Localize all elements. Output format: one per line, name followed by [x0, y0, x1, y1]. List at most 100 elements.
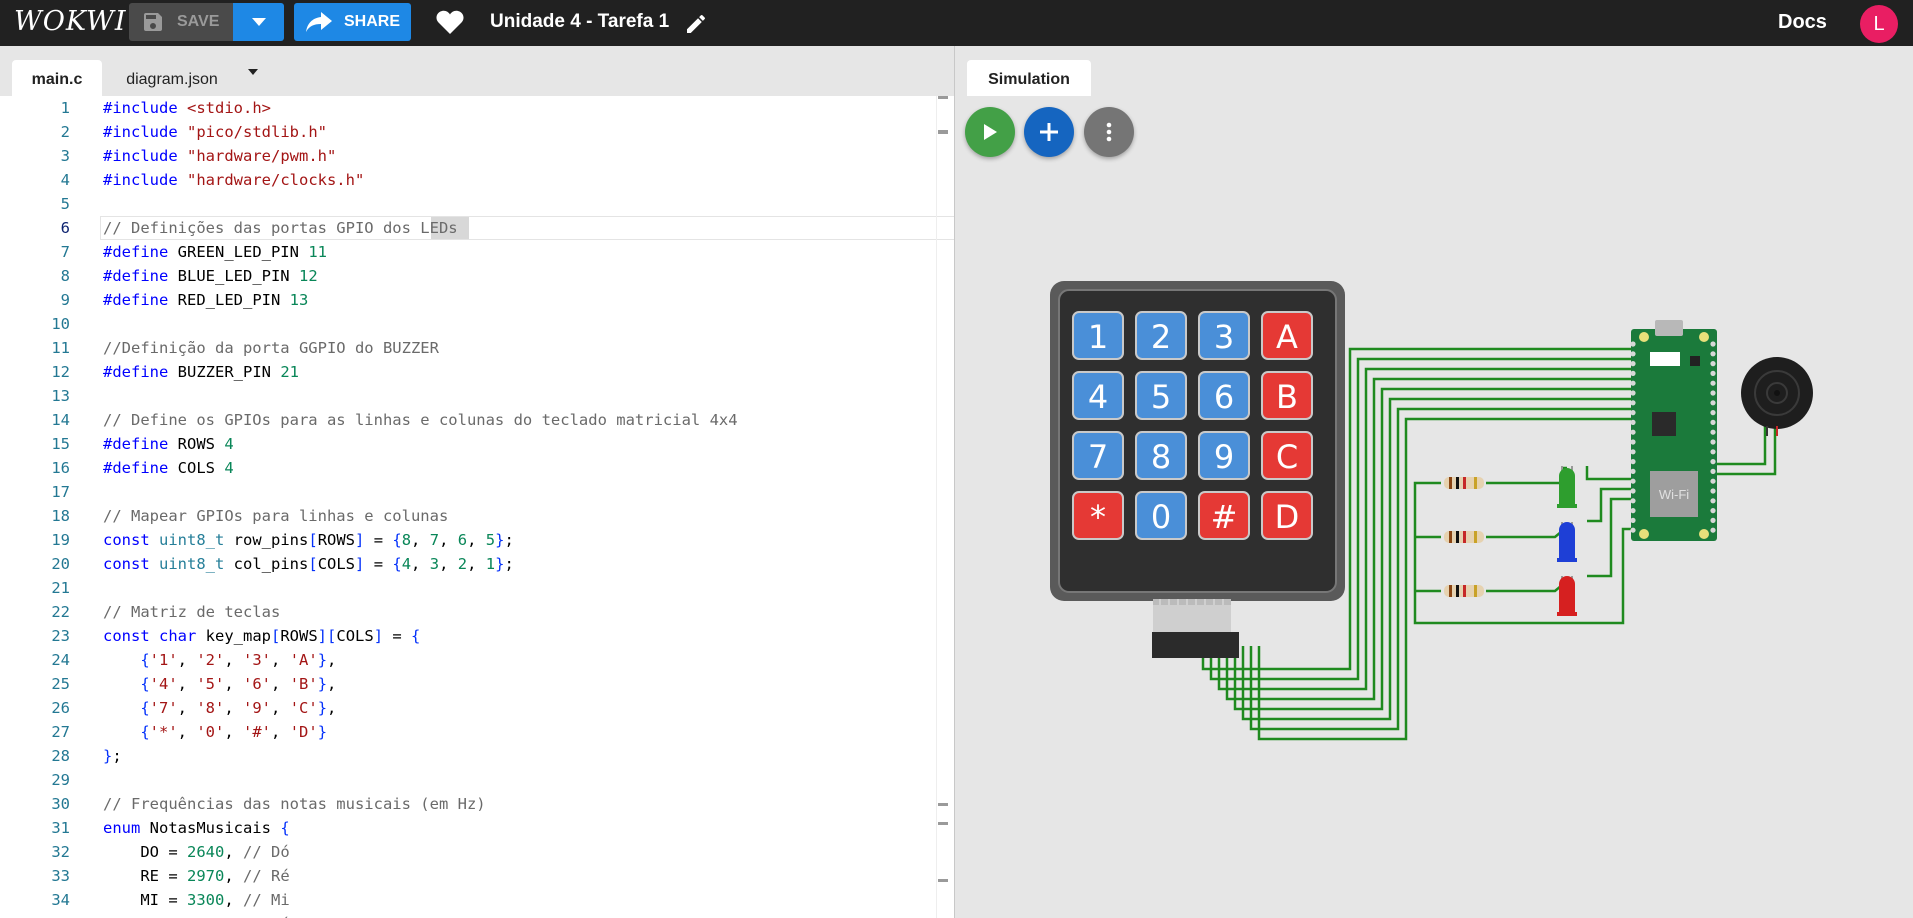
code-line[interactable]: 15 #define ROWS 4: [0, 432, 954, 456]
code-line[interactable]: 11 //Definição da porta GGPIO do BUZZER: [0, 336, 954, 360]
buzzer[interactable]: [1741, 357, 1813, 436]
code-line[interactable]: 35 FA = 3520, // Fá: [0, 912, 954, 918]
save-options-dropdown[interactable]: [233, 3, 284, 41]
pin-pad[interactable]: [1710, 478, 1716, 484]
led-green[interactable]: [1557, 466, 1577, 508]
code-line[interactable]: 19 const uint8_t row_pins[ROWS] = {8, 7, …: [0, 528, 954, 552]
pin-pad[interactable]: [1630, 488, 1636, 494]
keypad-key[interactable]: 2: [1135, 311, 1187, 360]
pico-w-board[interactable]: Wi-Fi: [1630, 320, 1717, 541]
tab-main-c[interactable]: main.c: [12, 60, 102, 96]
pin-pad[interactable]: [1630, 380, 1636, 386]
led-red[interactable]: [1557, 576, 1577, 616]
code-line[interactable]: 29: [0, 768, 954, 792]
pin-pad[interactable]: [1630, 449, 1636, 455]
code-line[interactable]: 25 {'4', '5', '6', 'B'},: [0, 672, 954, 696]
code-line[interactable]: 9 #define RED_LED_PIN 13: [0, 288, 954, 312]
keypad-key[interactable]: 4: [1072, 371, 1124, 420]
resistors[interactable]: [1444, 477, 1484, 597]
code-line[interactable]: 6 // Definições das portas GPIO dos LEDs: [0, 216, 954, 240]
code-line[interactable]: 18 // Mapear GPIOs para linhas e colunas: [0, 504, 954, 528]
pin-pad[interactable]: [1630, 468, 1636, 474]
keypad-key[interactable]: #: [1198, 491, 1250, 540]
pin-pad[interactable]: [1710, 439, 1716, 445]
code-line[interactable]: 12 #define BUZZER_PIN 21: [0, 360, 954, 384]
pin-pad[interactable]: [1710, 488, 1716, 494]
code-line[interactable]: 30 // Frequências das notas musicais (em …: [0, 792, 954, 816]
code-line[interactable]: 1 #include <stdio.h>: [0, 96, 954, 120]
code-line[interactable]: 5: [0, 192, 954, 216]
pin-pad[interactable]: [1710, 410, 1716, 416]
pin-pad[interactable]: [1710, 527, 1716, 533]
pin-pad[interactable]: [1710, 341, 1716, 347]
pencil-icon[interactable]: [684, 12, 708, 36]
code-line[interactable]: 2 #include "pico/stdlib.h": [0, 120, 954, 144]
pin-pad[interactable]: [1630, 459, 1636, 465]
code-line[interactable]: 10: [0, 312, 954, 336]
code-line[interactable]: 22 // Matriz de teclas: [0, 600, 954, 624]
pin-pad[interactable]: [1710, 517, 1716, 523]
keypad-key[interactable]: A: [1261, 311, 1313, 360]
code-line[interactable]: 23 const char key_map[ROWS][COLS] = {: [0, 624, 954, 648]
code-line[interactable]: 3 #include "hardware/pwm.h": [0, 144, 954, 168]
keypad-key[interactable]: 6: [1198, 371, 1250, 420]
pin-pad[interactable]: [1630, 341, 1636, 347]
code-line[interactable]: 17: [0, 480, 954, 504]
code-line[interactable]: 13: [0, 384, 954, 408]
avatar[interactable]: L: [1860, 5, 1898, 43]
pin-pad[interactable]: [1630, 478, 1636, 484]
pin-pad[interactable]: [1630, 361, 1636, 367]
keypad-key[interactable]: 9: [1198, 431, 1250, 480]
pin-pad[interactable]: [1710, 449, 1716, 455]
pin-pad[interactable]: [1710, 419, 1716, 425]
pin-pad[interactable]: [1710, 498, 1716, 504]
pin-pad[interactable]: [1710, 390, 1716, 396]
pin-pad[interactable]: [1630, 390, 1636, 396]
pin-pad[interactable]: [1630, 351, 1636, 357]
pin-pad[interactable]: [1710, 380, 1716, 386]
keypad-key[interactable]: 3: [1198, 311, 1250, 360]
code-line[interactable]: 20 const uint8_t col_pins[COLS] = {4, 3, …: [0, 552, 954, 576]
keypad-key[interactable]: 8: [1135, 431, 1187, 480]
pin-pad[interactable]: [1710, 400, 1716, 406]
pin-pad[interactable]: [1710, 351, 1716, 357]
pin-pad[interactable]: [1630, 517, 1636, 523]
keypad-key[interactable]: C: [1261, 431, 1313, 480]
code-line[interactable]: 26 {'7', '8', '9', 'C'},: [0, 696, 954, 720]
code-line[interactable]: 34 MI = 3300, // Mi: [0, 888, 954, 912]
docs-link[interactable]: Docs: [1778, 11, 1827, 34]
pin-pad[interactable]: [1630, 527, 1636, 533]
code-line[interactable]: 32 DO = 2640, // Dó: [0, 840, 954, 864]
led-blue[interactable]: [1557, 522, 1577, 562]
code-line[interactable]: 21: [0, 576, 954, 600]
code-line[interactable]: 4 #include "hardware/clocks.h": [0, 168, 954, 192]
code-editor[interactable]: 1 #include <stdio.h> 2 #include "pico/stdli…: [0, 96, 954, 918]
code-line[interactable]: 14 // Define os GPIOs para as linhas e co…: [0, 408, 954, 432]
code-line[interactable]: 7 #define GREEN_LED_PIN 11: [0, 240, 954, 264]
keypad-key[interactable]: 5: [1135, 371, 1187, 420]
code-line[interactable]: 27 {'*', '0', '#', 'D'}: [0, 720, 954, 744]
pin-pad[interactable]: [1710, 508, 1716, 514]
keypad-key[interactable]: D: [1261, 491, 1313, 540]
heart-icon[interactable]: [436, 10, 464, 34]
keypad-key[interactable]: 0: [1135, 491, 1187, 540]
code-line[interactable]: 24 {'1', '2', '3', 'A'},: [0, 648, 954, 672]
keypad-4x4[interactable]: 1 2 3 A 4 5 6 B 7 8 9 C * 0 # D: [1050, 281, 1345, 658]
overview-ruler[interactable]: [936, 96, 937, 918]
circuit-canvas[interactable]: 1 2 3 A 4 5 6 B 7 8 9 C * 0 # D Wi-Fi: [955, 46, 1913, 918]
pin-pad[interactable]: [1630, 508, 1636, 514]
pin-pad[interactable]: [1710, 429, 1716, 435]
pin-pad[interactable]: [1630, 439, 1636, 445]
pin-pad[interactable]: [1710, 370, 1716, 376]
pin-pad[interactable]: [1630, 419, 1636, 425]
share-button[interactable]: SHARE: [294, 3, 411, 41]
pin-pad[interactable]: [1630, 498, 1636, 504]
pin-pad[interactable]: [1630, 429, 1636, 435]
keypad-key[interactable]: 1: [1072, 311, 1124, 360]
keypad-key[interactable]: B: [1261, 371, 1313, 420]
keypad-key[interactable]: 7: [1072, 431, 1124, 480]
code-line[interactable]: 28};: [0, 744, 954, 768]
code-line[interactable]: 16 #define COLS 4: [0, 456, 954, 480]
pin-pad[interactable]: [1630, 400, 1636, 406]
pin-pad[interactable]: [1630, 410, 1636, 416]
